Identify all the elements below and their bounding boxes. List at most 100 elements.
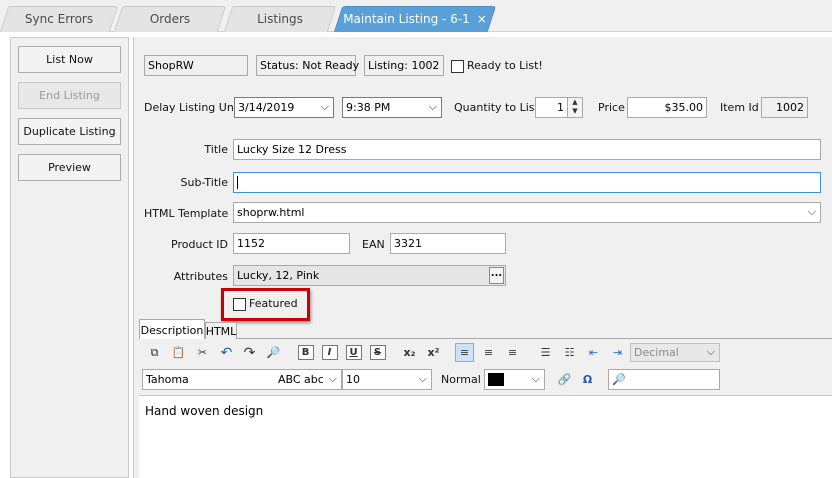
tab-description[interactable]: Description (139, 319, 205, 340)
tab-label: Sync Errors (24, 12, 94, 26)
copy-icon[interactable]: ⧉ (145, 343, 164, 362)
number-format-value: Decimal (634, 346, 679, 359)
underline-button[interactable]: U (344, 343, 363, 362)
font-size-value: 10 (346, 373, 360, 386)
ready-to-list-label: Ready to List! (467, 59, 543, 72)
subtitle-label: Sub-Title (180, 176, 228, 189)
item-id-label: Item Id (720, 101, 759, 114)
quantity-label: Quantity to List (454, 101, 539, 114)
chevron-down-icon: ⌵ (320, 100, 329, 113)
underline-icon: U (345, 345, 362, 360)
indent-icon[interactable]: ⇥ (608, 343, 627, 362)
delay-time-value: 9:38 PM (346, 101, 391, 114)
color-swatch (488, 373, 504, 386)
subtitle-input[interactable] (233, 172, 821, 193)
checkbox-box[interactable] (233, 297, 246, 311)
chevron-down-icon: ⌵ (418, 372, 427, 385)
editor-search-input[interactable]: 🔎 (608, 369, 720, 390)
superscript-icon[interactable]: x² (424, 343, 443, 362)
font-size-select[interactable]: 10 ⌵ (342, 369, 432, 390)
list-now-button[interactable]: List Now (18, 46, 121, 73)
attributes-label: Attributes (173, 270, 228, 283)
bold-icon: B (297, 345, 314, 360)
listing-field: Listing: 1002 (364, 55, 444, 76)
font-preview: ABC abc (278, 373, 324, 386)
arrow-up-icon[interactable]: ▲ (568, 98, 582, 107)
close-icon[interactable]: × (477, 12, 487, 26)
product-id-input[interactable]: 1152 (233, 233, 350, 254)
bullet-list-icon[interactable]: ☰ (536, 343, 555, 362)
numbered-list-icon[interactable]: ☷ (560, 343, 579, 362)
html-template-value: shoprw.html (237, 206, 305, 219)
featured-checkbox[interactable]: Featured (233, 297, 298, 311)
stepper-arrows[interactable]: ▲ ▼ (567, 98, 582, 117)
align-center-icon[interactable]: ≡ (479, 343, 498, 362)
undo-icon[interactable]: ↶ (217, 343, 236, 362)
link-icon[interactable]: 🔗 (555, 370, 574, 389)
checkbox-box[interactable] (451, 59, 464, 73)
tab-bar: Sync Errors Orders Listings Maintain Lis… (0, 0, 832, 32)
ready-to-list-checkbox[interactable]: Ready to List! (451, 59, 543, 73)
text-color-select[interactable]: ⌵ (484, 369, 545, 390)
delay-date-select[interactable]: 3/14/2019 ⌵ (234, 97, 334, 118)
price-label: Price (598, 101, 625, 114)
text-cursor (237, 176, 238, 189)
paragraph-style-label: Normal (441, 373, 481, 386)
status-field: Status: Not Ready (256, 55, 359, 76)
attributes-edit-button[interactable]: ... (489, 267, 504, 284)
cut-icon[interactable]: ✂ (193, 343, 212, 362)
html-template-select[interactable]: shoprw.html ⌵ (233, 202, 821, 223)
find-icon[interactable]: 🔎 (264, 343, 283, 362)
title-input[interactable]: Lucky Size 12 Dress (233, 139, 821, 160)
action-panel: List Now End Listing Duplicate Listing P… (10, 37, 129, 478)
subscript-icon[interactable]: x₂ (400, 343, 419, 362)
ean-input[interactable]: 3321 (390, 233, 506, 254)
tab-label: Maintain Listing - 6-1 (343, 12, 470, 26)
duplicate-listing-button[interactable]: Duplicate Listing (18, 118, 121, 145)
arrow-down-icon[interactable]: ▼ (568, 107, 582, 116)
delay-date-value: 3/14/2019 (238, 101, 295, 114)
chevron-down-icon: ⌵ (807, 205, 816, 218)
attributes-field: Lucky, 12, Pink (233, 265, 506, 286)
product-id-label: Product ID (171, 238, 228, 251)
italic-button[interactable]: I (320, 343, 339, 362)
editor-text: Hand woven design (145, 404, 264, 418)
featured-label: Featured (249, 297, 298, 310)
editor-content[interactable]: Hand woven design (139, 395, 832, 478)
redo-icon[interactable]: ↷ (240, 343, 259, 362)
number-format-select[interactable]: Decimal ⌵ (630, 343, 720, 362)
omega-icon[interactable]: Ω (578, 370, 597, 389)
font-value: Tahoma (146, 373, 189, 386)
tab-label: Orders (149, 12, 191, 26)
tab-html[interactable]: HTML (205, 322, 237, 339)
bold-button[interactable]: B (296, 343, 315, 362)
store-field: ShopRW (144, 55, 248, 76)
title-label: Title (204, 143, 228, 156)
tab-listings[interactable]: Listings (223, 6, 337, 32)
chevron-down-icon: ⌵ (531, 372, 540, 385)
italic-icon: I (321, 345, 338, 360)
delay-time-select[interactable]: 9:38 PM ⌵ (342, 97, 442, 118)
quantity-value: 1 (557, 101, 564, 114)
paste-icon[interactable]: 📋 (169, 343, 188, 362)
tab-orders[interactable]: Orders (113, 6, 227, 32)
price-field[interactable]: $35.00 (627, 97, 707, 118)
preview-button[interactable]: Preview (18, 154, 121, 181)
chevron-down-icon: ⌵ (428, 100, 437, 113)
search-icon: 🔎 (612, 373, 626, 386)
end-listing-button[interactable]: End Listing (18, 82, 121, 109)
strikethrough-icon: S (369, 345, 386, 360)
chevron-down-icon: ⌵ (706, 345, 715, 358)
align-left-icon[interactable]: ≡ (455, 343, 474, 362)
tab-maintain-listing[interactable]: Maintain Listing - 6-1 × (333, 6, 497, 32)
chevron-down-icon: ⌵ (328, 372, 337, 385)
outdent-icon[interactable]: ⇤ (584, 343, 603, 362)
delay-listing-label: Delay Listing Until (144, 101, 245, 114)
tab-sync-errors[interactable]: Sync Errors (0, 6, 119, 32)
tab-label: Listings (257, 12, 303, 26)
align-right-icon[interactable]: ≡ (503, 343, 522, 362)
font-select[interactable]: Tahoma ABC abc ⌵ (142, 369, 342, 390)
strikethrough-button[interactable]: S (368, 343, 387, 362)
ean-label: EAN (362, 238, 385, 251)
html-template-label: HTML Template (144, 207, 229, 220)
